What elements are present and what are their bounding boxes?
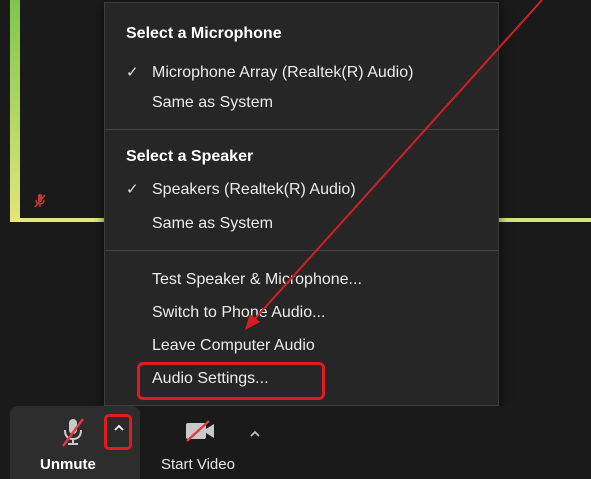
start-video-button[interactable]: Start Video (150, 406, 260, 479)
audio-options-chevron-button[interactable] (104, 414, 132, 450)
unmute-label: Unmute (40, 456, 96, 473)
chevron-up-icon (113, 421, 125, 439)
chevron-up-icon[interactable] (249, 427, 261, 445)
start-video-label: Start Video (161, 456, 235, 473)
muted-microphone-icon (60, 416, 86, 453)
video-off-icon (184, 420, 218, 447)
